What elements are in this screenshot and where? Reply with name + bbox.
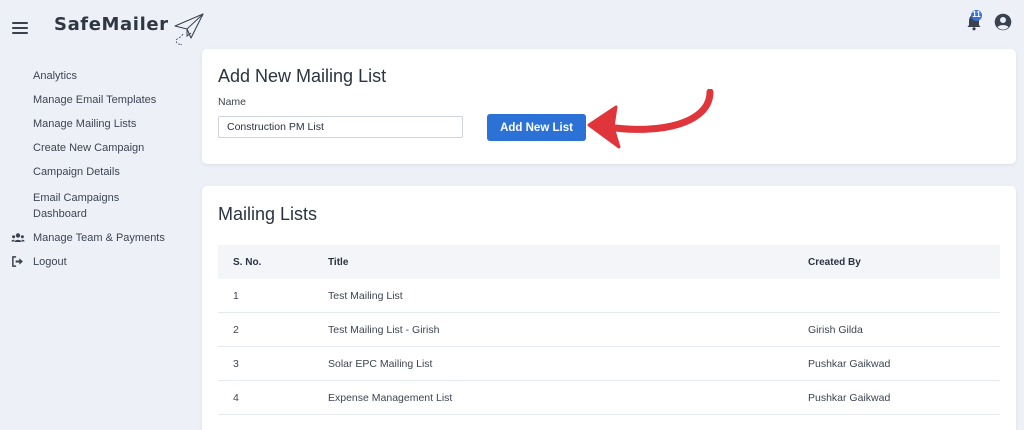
users-icon: [11, 233, 25, 242]
logout-icon: [12, 256, 23, 267]
mailing-lists-title: Mailing Lists: [218, 204, 318, 224]
cell-created-by: Girish Gilda: [808, 323, 863, 336]
user-avatar-icon[interactable]: [994, 13, 1012, 31]
sidebar-item-label: Create New Campaign: [33, 142, 145, 154]
sidebar-item-label: Campaign Details: [33, 166, 120, 178]
sidebar-item-label: Analytics: [33, 70, 78, 82]
cell-sno: 1: [233, 289, 239, 302]
sidebar-item-logout[interactable]: Logout: [0, 254, 190, 270]
brand-name: SafeMailer: [54, 14, 169, 35]
red-arrow-annotation-icon: [587, 89, 714, 149]
notification-bell-icon[interactable]: 11: [966, 10, 982, 31]
notification-count-badge: 11: [971, 10, 982, 21]
sidebar-item-campaign-details[interactable]: Campaign Details: [0, 164, 190, 180]
sidebar-item-label: Manage Team & Payments: [33, 232, 165, 244]
sidebar-item-manage-mailing-lists[interactable]: Manage Mailing Lists: [0, 116, 190, 132]
column-header-title: Title: [328, 256, 349, 268]
sidebar-item-label: Logout: [33, 256, 67, 268]
table-row[interactable]: 3 Solar EPC Mailing List Pushkar Gaikwad: [218, 347, 1000, 381]
cell-title: Test Mailing List: [328, 289, 403, 302]
mailing-lists-card: Mailing Lists S. No. Title Created By 1 …: [202, 186, 1016, 430]
cell-created-by: Pushkar Gaikwad: [808, 391, 891, 404]
sidebar-item-email-campaigns-dashboard[interactable]: Email Campaigns Dashboard: [0, 190, 150, 222]
add-new-list-button[interactable]: Add New List: [487, 114, 586, 141]
table-row[interactable]: 1 Test Mailing List: [218, 279, 1000, 313]
cell-created-by: Pushkar Gaikwad: [808, 357, 891, 370]
sidebar-item-label: Manage Email Templates: [33, 94, 157, 106]
table-header: S. No. Title Created By: [218, 245, 1000, 279]
cell-title: Test Mailing List - Girish: [328, 323, 440, 336]
table-row[interactable]: 4 Expense Management List Pushkar Gaikwa…: [218, 381, 1000, 415]
hamburger-menu-icon[interactable]: [12, 22, 28, 34]
sidebar-item-manage-team-payments[interactable]: Manage Team & Payments: [0, 230, 190, 246]
sidebar-item-create-new-campaign[interactable]: Create New Campaign: [0, 140, 190, 156]
paper-plane-icon: [174, 13, 204, 46]
add-mailing-list-card: Add New Mailing List Name Add New List: [202, 49, 1016, 164]
sidebar-item-label: Email Campaigns Dashboard: [33, 192, 120, 220]
column-header-created-by: Created By: [808, 256, 861, 268]
sidebar-item-label: Manage Mailing Lists: [33, 118, 137, 130]
brand-logo: SafeMailer: [54, 13, 207, 48]
cell-title: Solar EPC Mailing List: [328, 357, 433, 370]
sidebar-item-analytics[interactable]: Analytics: [0, 68, 190, 84]
list-name-input[interactable]: [218, 116, 463, 138]
add-list-title: Add New Mailing List: [218, 66, 387, 86]
cell-sno: 4: [233, 391, 239, 404]
column-header-sno: S. No.: [233, 256, 262, 268]
sidebar-item-manage-email-templates[interactable]: Manage Email Templates: [0, 92, 190, 108]
cell-sno: 3: [233, 357, 239, 370]
table-row[interactable]: 2 Test Mailing List - Girish Girish Gild…: [218, 313, 1000, 347]
mailing-lists-table: S. No. Title Created By 1 Test Mailing L…: [218, 245, 1000, 415]
cell-sno: 2: [233, 323, 239, 336]
name-label: Name: [218, 96, 247, 108]
cell-title: Expense Management List: [328, 391, 453, 404]
